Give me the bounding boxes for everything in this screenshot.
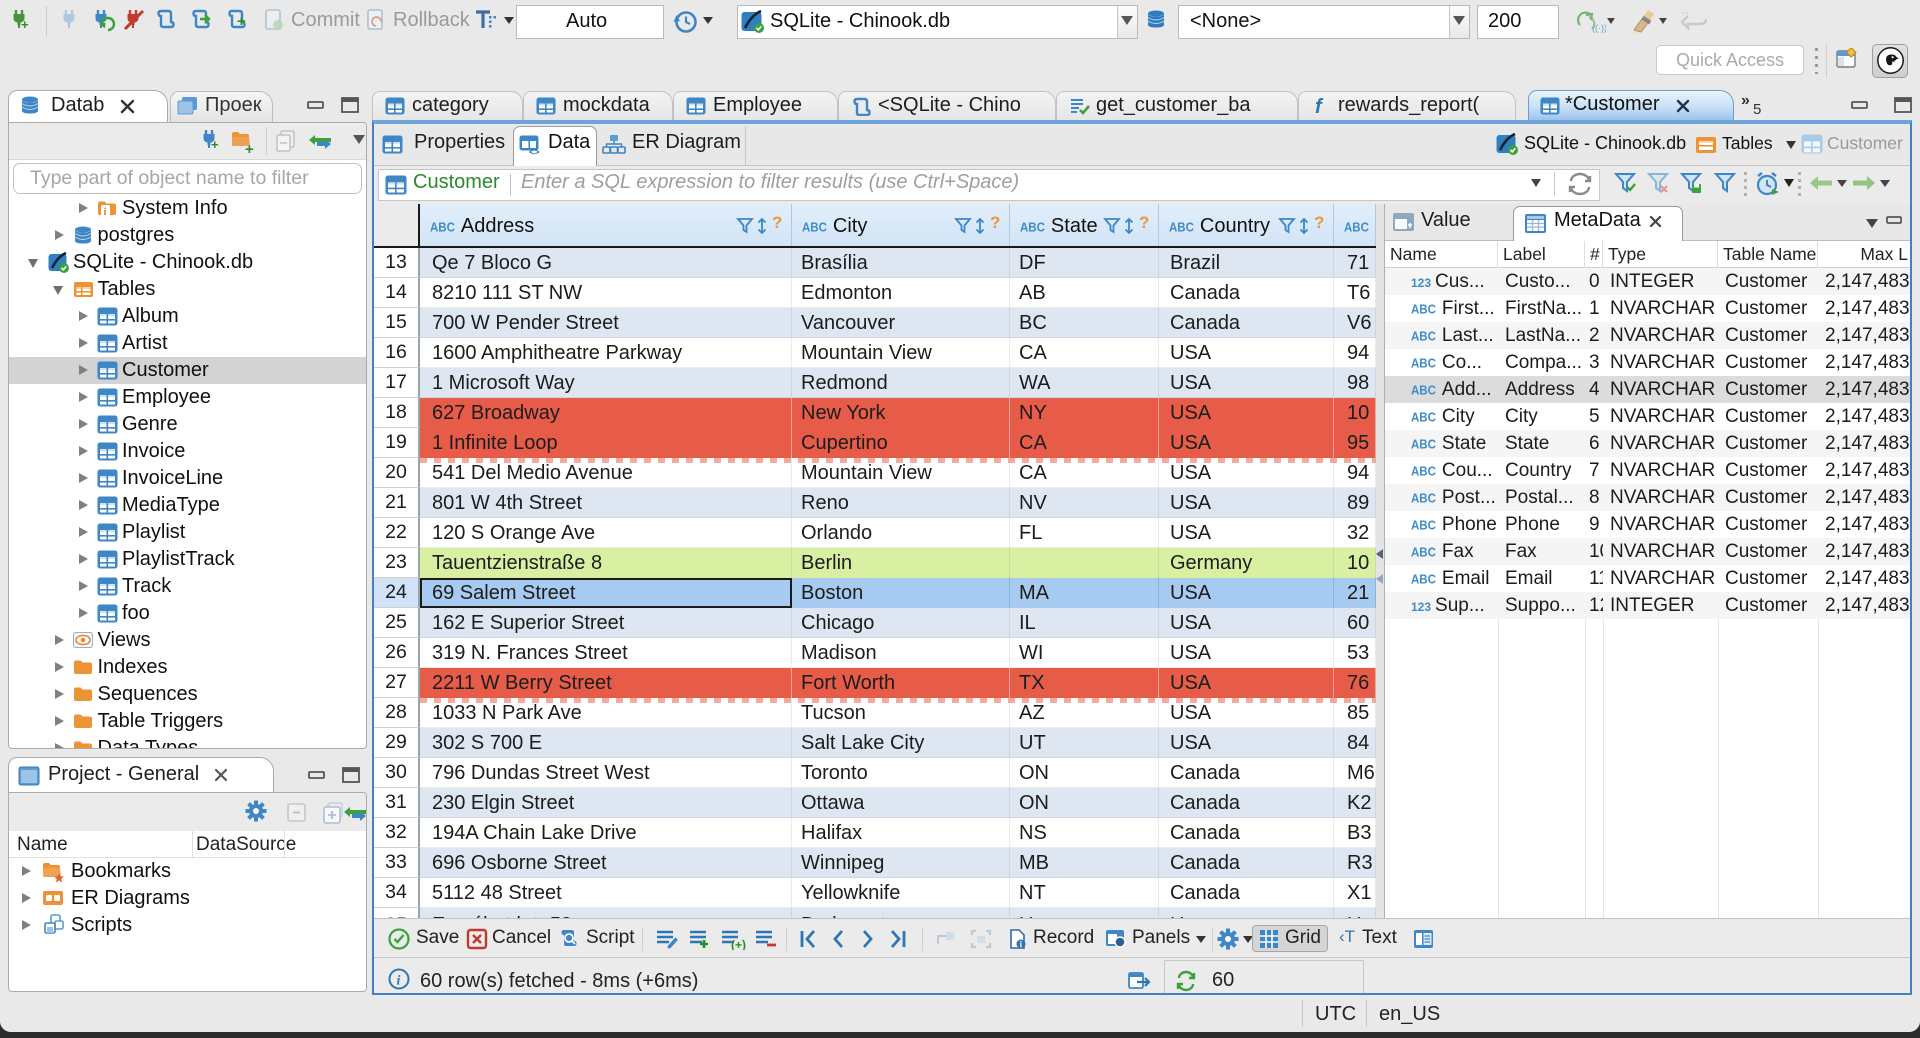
svg-text:i: i: [397, 974, 401, 989]
svg-text:i: i: [104, 206, 107, 217]
svg-text:(+): (+): [731, 938, 746, 950]
svg-text:i: i: [1020, 940, 1023, 950]
svg-text:f: f: [1315, 96, 1324, 116]
svg-text:+: +: [21, 17, 29, 32]
svg-text:((·)): ((·)): [1592, 23, 1606, 33]
svg-text:+: +: [211, 137, 219, 152]
svg-text:<>: <>: [529, 147, 540, 155]
svg-text:+: +: [237, 13, 246, 30]
